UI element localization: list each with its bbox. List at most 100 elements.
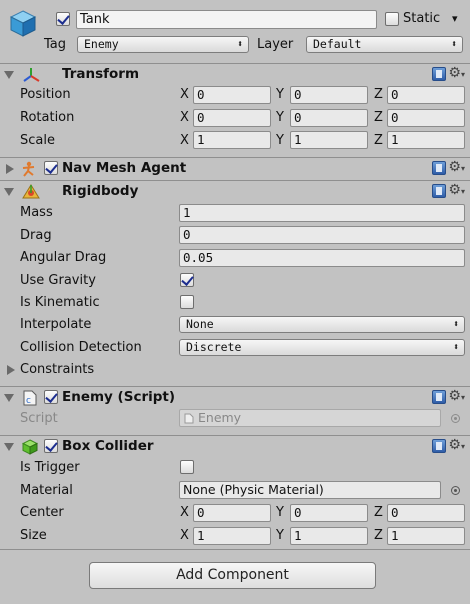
collision-detection-label: Collision Detection bbox=[20, 340, 142, 355]
size-y-field[interactable]: 1 bbox=[290, 527, 368, 545]
axis-y-label: Y bbox=[276, 87, 284, 102]
constraints-foldout-arrow-icon[interactable] bbox=[7, 365, 15, 375]
rigidbody-icon bbox=[22, 184, 40, 199]
size-x-field[interactable]: 1 bbox=[193, 527, 271, 545]
box-collider-enabled-checkbox[interactable] bbox=[44, 439, 58, 453]
is-trigger-label: Is Trigger bbox=[20, 460, 80, 475]
dropdown-arrow-icon: ⬍ bbox=[236, 39, 243, 50]
nav-mesh-agent-header[interactable]: Nav Mesh Agent ⚙▾ bbox=[0, 157, 470, 179]
enemy-script-header[interactable]: c Enemy (Script) ⚙▾ bbox=[0, 386, 470, 408]
angular-drag-label: Angular Drag bbox=[20, 250, 107, 265]
center-y-field[interactable]: 0 bbox=[290, 504, 368, 522]
enemy-script-enabled-checkbox[interactable] bbox=[44, 390, 58, 404]
axis-x-label: X bbox=[180, 110, 189, 125]
nav-mesh-agent-title: Nav Mesh Agent bbox=[62, 160, 187, 176]
static-checkbox[interactable] bbox=[385, 12, 399, 26]
object-picker-icon[interactable] bbox=[451, 486, 460, 495]
foldout-arrow-icon[interactable] bbox=[4, 394, 14, 402]
help-book-icon[interactable] bbox=[432, 67, 446, 81]
is-kinematic-label: Is Kinematic bbox=[20, 295, 100, 310]
dropdown-arrow-icon: ⬍ bbox=[452, 319, 459, 330]
static-dropdown-arrow[interactable]: ▾ bbox=[452, 12, 458, 25]
scale-y-field[interactable]: 1 bbox=[290, 131, 368, 149]
help-book-icon[interactable] bbox=[432, 184, 446, 198]
collision-detection-dropdown[interactable]: Discrete ⬍ bbox=[179, 339, 465, 356]
material-field[interactable]: None (Physic Material) bbox=[179, 481, 441, 499]
position-y-field[interactable]: 0 bbox=[290, 86, 368, 104]
rigidbody-header[interactable]: Rigidbody ⚙▾ bbox=[0, 180, 470, 202]
object-picker-icon bbox=[451, 414, 460, 423]
transform-icon bbox=[23, 68, 40, 82]
size-z-field[interactable]: 1 bbox=[387, 527, 465, 545]
rotation-label: Rotation bbox=[20, 110, 75, 125]
divider bbox=[0, 549, 470, 550]
script-file-icon bbox=[184, 413, 194, 424]
transform-header[interactable]: Transform ⚙▾ bbox=[0, 63, 470, 85]
static-label: Static bbox=[403, 11, 441, 26]
position-z-field[interactable]: 0 bbox=[387, 86, 465, 104]
rotation-z-field[interactable]: 0 bbox=[387, 109, 465, 127]
help-book-icon[interactable] bbox=[432, 439, 446, 453]
scale-z-field[interactable]: 1 bbox=[387, 131, 465, 149]
axis-z-label: Z bbox=[374, 133, 383, 148]
axis-y-label: Y bbox=[276, 528, 284, 543]
use-gravity-checkbox[interactable] bbox=[180, 273, 194, 287]
interpolate-dropdown[interactable]: None ⬍ bbox=[179, 316, 465, 333]
drag-field[interactable]: 0 bbox=[179, 226, 465, 244]
is-kinematic-checkbox[interactable] bbox=[180, 295, 194, 309]
interpolate-label: Interpolate bbox=[20, 317, 92, 332]
axis-x-label: X bbox=[180, 528, 189, 543]
script-value: Enemy bbox=[198, 410, 242, 425]
name-field[interactable]: Tank bbox=[76, 10, 377, 29]
axis-y-label: Y bbox=[276, 505, 284, 520]
axis-x-label: X bbox=[180, 133, 189, 148]
box-collider-header[interactable]: Box Collider ⚙▾ bbox=[0, 435, 470, 457]
help-book-icon[interactable] bbox=[432, 161, 446, 175]
position-x-field[interactable]: 0 bbox=[193, 86, 271, 104]
tag-dropdown[interactable]: Enemy ⬍ bbox=[77, 36, 249, 53]
axis-z-label: Z bbox=[374, 528, 383, 543]
interpolate-value: None bbox=[186, 317, 214, 331]
mass-field[interactable]: 1 bbox=[179, 204, 465, 222]
collision-detection-value: Discrete bbox=[186, 340, 242, 354]
drag-label: Drag bbox=[20, 228, 52, 243]
foldout-arrow-icon[interactable] bbox=[4, 443, 14, 451]
scale-x-field[interactable]: 1 bbox=[193, 131, 271, 149]
script-label: Script bbox=[20, 411, 58, 426]
gear-icon[interactable]: ⚙▾ bbox=[448, 182, 465, 198]
foldout-arrow-icon[interactable] bbox=[4, 71, 14, 79]
material-label: Material bbox=[20, 483, 73, 498]
use-gravity-label: Use Gravity bbox=[20, 273, 96, 288]
axis-x-label: X bbox=[180, 505, 189, 520]
active-checkbox[interactable] bbox=[56, 12, 70, 26]
box-collider-title: Box Collider bbox=[62, 438, 154, 454]
foldout-arrow-icon[interactable] bbox=[4, 188, 14, 196]
axis-z-label: Z bbox=[374, 505, 383, 520]
script-field: Enemy bbox=[179, 409, 441, 427]
axis-z-label: Z bbox=[374, 87, 383, 102]
center-z-field[interactable]: 0 bbox=[387, 504, 465, 522]
scale-label: Scale bbox=[20, 133, 55, 148]
rotation-y-field[interactable]: 0 bbox=[290, 109, 368, 127]
help-book-icon[interactable] bbox=[432, 390, 446, 404]
center-x-field[interactable]: 0 bbox=[193, 504, 271, 522]
tag-value: Enemy bbox=[84, 37, 119, 51]
rotation-x-field[interactable]: 0 bbox=[193, 109, 271, 127]
gear-icon[interactable]: ⚙▾ bbox=[448, 65, 465, 81]
svg-text:c: c bbox=[26, 396, 31, 406]
foldout-arrow-icon[interactable] bbox=[6, 164, 14, 174]
constraints-label[interactable]: Constraints bbox=[20, 362, 94, 377]
gear-icon[interactable]: ⚙▾ bbox=[448, 388, 465, 404]
rigidbody-title: Rigidbody bbox=[62, 183, 139, 199]
dropdown-arrow-icon: ⬍ bbox=[450, 39, 457, 50]
box-collider-icon bbox=[22, 439, 38, 455]
nav-mesh-agent-enabled-checkbox[interactable] bbox=[44, 161, 58, 175]
layer-value: Default bbox=[313, 37, 362, 51]
gear-icon[interactable]: ⚙▾ bbox=[448, 159, 465, 175]
layer-dropdown[interactable]: Default ⬍ bbox=[306, 36, 463, 53]
script-file-icon: c bbox=[23, 390, 37, 406]
angular-drag-field[interactable]: 0.05 bbox=[179, 249, 465, 267]
is-trigger-checkbox[interactable] bbox=[180, 460, 194, 474]
add-component-button[interactable]: Add Component bbox=[89, 562, 376, 589]
gear-icon[interactable]: ⚙▾ bbox=[448, 437, 465, 453]
